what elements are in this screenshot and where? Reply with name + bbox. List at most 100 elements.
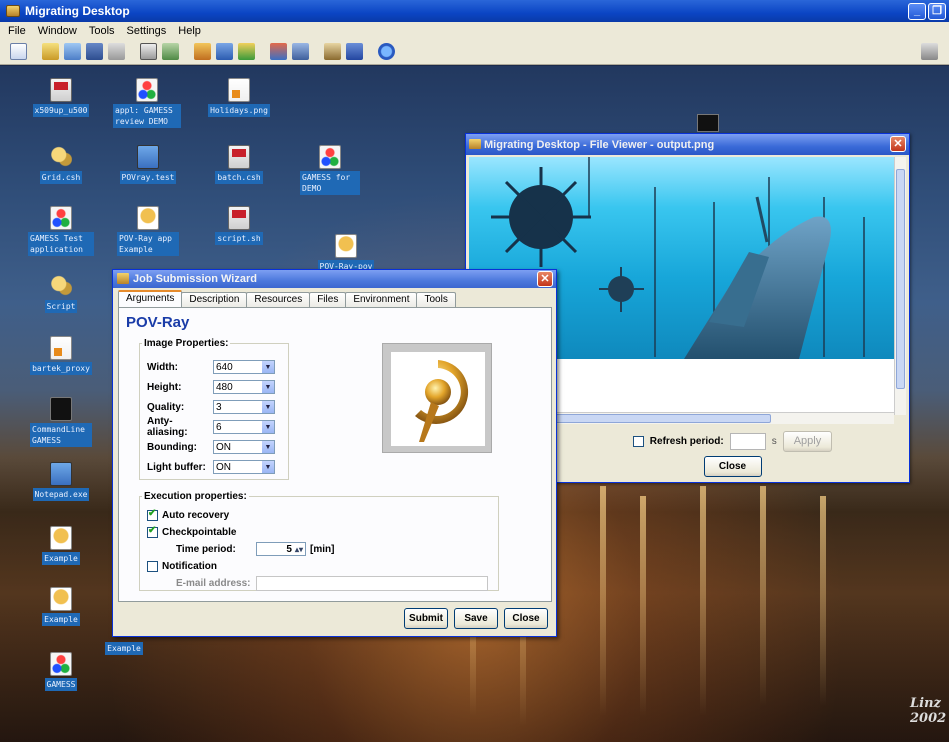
refresh-checkbox[interactable] <box>632 435 644 447</box>
email-input[interactable] <box>256 575 488 591</box>
chevron-down-icon[interactable]: ▼ <box>262 381 274 393</box>
minimize-button[interactable]: _ <box>908 3 926 20</box>
prop-bounding: Bounding: ON ▼ <box>147 439 297 455</box>
desktop-icon-batch[interactable]: batch.csh <box>197 145 281 184</box>
spinner-arrows-icon[interactable]: ▴▾ <box>295 545 303 554</box>
tasks-icon[interactable] <box>270 43 287 60</box>
desktop-icon-x509up[interactable]: x509up_u500 <box>19 78 103 117</box>
desktop-icon-gamess[interactable]: GAMESS <box>19 652 103 691</box>
wallpaper-caption: Linz 2002 <box>910 696 947 726</box>
chart-icon[interactable] <box>238 43 255 60</box>
height-select[interactable]: 480 ▼ <box>213 380 275 394</box>
scroll-thumb[interactable] <box>896 169 905 389</box>
app-icon <box>50 652 72 676</box>
menu-settings[interactable]: Settings <box>127 25 167 37</box>
tab-environment[interactable]: Environment <box>345 292 418 307</box>
chevron-down-icon[interactable]: ▼ <box>262 461 274 473</box>
desktop-icon-gamess-demo[interactable]: GAMESS for DEMO <box>288 145 372 195</box>
restore-button[interactable]: ❐ <box>928 3 946 20</box>
wizard-close-icon[interactable]: ✕ <box>537 271 553 287</box>
menu-help[interactable]: Help <box>178 25 201 37</box>
tab-arguments[interactable]: Arguments <box>118 290 183 307</box>
viewer-close-button[interactable]: Close <box>703 456 762 477</box>
arrow-icon[interactable] <box>346 43 363 60</box>
povray-icon <box>335 234 357 258</box>
bounding-select[interactable]: ON ▼ <box>213 440 275 454</box>
prop-light-buffer: Light buffer: ON ▼ <box>147 459 297 475</box>
file-viewer-title-bar[interactable]: Migrating Desktop - File Viewer - output… <box>466 134 909 155</box>
refresh-label: Refresh period: <box>649 435 724 447</box>
desktop-icon-povray-test[interactable]: POVray.test <box>106 145 190 184</box>
povray-icon <box>137 206 159 230</box>
time-period-spinner[interactable]: 5 ▴▾ <box>256 542 306 556</box>
tab-files[interactable]: Files <box>309 292 347 307</box>
desktop-icon-example-1[interactable]: Example <box>19 526 103 565</box>
width-select[interactable]: 640 ▼ <box>213 360 275 374</box>
tab-resources[interactable]: Resources <box>246 292 311 307</box>
tab-description[interactable]: Description <box>181 292 248 307</box>
desktop-icon-gamess-review[interactable]: appl: GAMESS review DEMO <box>105 78 189 128</box>
quality-select[interactable]: 3 ▼ <box>213 400 275 414</box>
wizard-tabs: Arguments Description Resources Files En… <box>118 290 456 307</box>
desktop-icon-bartek-proxy[interactable]: bartek_proxy <box>19 336 103 375</box>
print-icon[interactable] <box>108 43 125 60</box>
windows-icon[interactable] <box>921 43 938 60</box>
info-icon[interactable] <box>378 43 395 60</box>
save-icon[interactable] <box>86 43 103 60</box>
chevron-down-icon[interactable]: ▼ <box>262 401 274 413</box>
refresh-period-input[interactable] <box>729 432 766 450</box>
vertical-scrollbar[interactable] <box>894 157 906 415</box>
submit-button[interactable]: Submit <box>404 608 448 629</box>
menu-file[interactable]: File <box>8 25 26 37</box>
close-button[interactable]: Close <box>504 608 548 629</box>
desktop-icon-holidays[interactable]: Holidays.png <box>197 78 281 117</box>
new-icon[interactable] <box>10 43 27 60</box>
application-name: POV-Ray <box>126 314 190 331</box>
menu-tools[interactable]: Tools <box>89 25 115 37</box>
app-icon <box>136 78 158 102</box>
script-icon <box>50 274 72 298</box>
file-icon <box>50 78 72 102</box>
menu-window[interactable]: Window <box>38 25 77 37</box>
desktop-icon-povray-app[interactable]: POV-Ray app Example <box>106 206 190 256</box>
desktop-icon-script[interactable]: Script <box>19 274 103 313</box>
wizard-buttons: Submit Save Close <box>404 608 548 629</box>
monitor-icon[interactable] <box>216 43 233 60</box>
notification-checkbox[interactable] <box>147 560 158 572</box>
submit-icon[interactable] <box>194 43 211 60</box>
wizard-title-bar[interactable]: Job Submission Wizard ✕ <box>113 270 556 288</box>
apply-button[interactable]: Apply <box>782 430 833 452</box>
image-properties-legend: Image Properties: <box>144 338 229 349</box>
light-buffer-select[interactable]: ON ▼ <box>213 460 275 474</box>
terminal-icon[interactable] <box>697 114 719 132</box>
desktop-icon-gamess-test[interactable]: GAMESS Test application <box>19 206 103 256</box>
desktop-icon-script-sh[interactable]: script.sh <box>197 206 281 245</box>
app-title-bar: Migrating Desktop _ ❐ <box>0 0 949 22</box>
notepad-icon <box>50 462 72 486</box>
povray-icon <box>50 587 72 611</box>
desktop-icon-notepad[interactable]: Notepad.exe <box>19 462 103 501</box>
file-icon <box>137 145 159 169</box>
notification-row: Notification <box>147 558 217 574</box>
tab-tools[interactable]: Tools <box>416 292 456 307</box>
desktop-icon-grid[interactable]: Grid.csh <box>19 145 103 184</box>
file-viewer-close-icon[interactable]: ✕ <box>890 136 906 152</box>
save-button[interactable]: Save <box>454 608 498 629</box>
auto-recovery-checkbox[interactable] <box>147 508 158 521</box>
chevron-down-icon[interactable]: ▼ <box>262 441 274 453</box>
job-submission-wizard: Job Submission Wizard ✕ Arguments Descri… <box>112 269 557 637</box>
desktop-icon-commandline-gamess[interactable]: CommandLine GAMESS <box>19 397 103 447</box>
job-icon[interactable] <box>162 43 179 60</box>
console-icon[interactable] <box>292 43 309 60</box>
desktop-icon-povray-pov[interactable]: POV-Ray-pov <box>304 234 388 273</box>
image-file-icon <box>228 78 250 102</box>
checkpointable-checkbox[interactable] <box>147 525 158 538</box>
grid-icon[interactable] <box>64 43 81 60</box>
user-icon[interactable] <box>324 43 341 60</box>
open-folder-icon[interactable] <box>42 43 59 60</box>
chevron-down-icon[interactable]: ▼ <box>262 361 274 373</box>
properties-icon[interactable] <box>140 43 157 60</box>
wizard-title: Job Submission Wizard <box>133 273 257 285</box>
anty-aliasing-select[interactable]: 6 ▼ <box>213 420 275 434</box>
chevron-down-icon[interactable]: ▼ <box>262 421 274 433</box>
